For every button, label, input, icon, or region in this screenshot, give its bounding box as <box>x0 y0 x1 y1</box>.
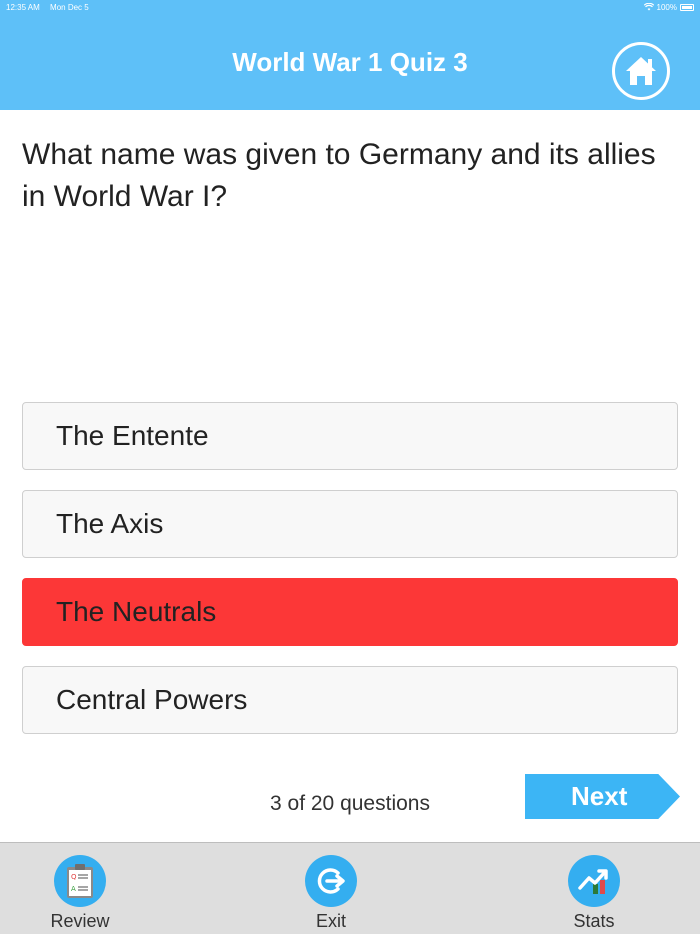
answer-option-3[interactable]: The Neutrals <box>22 578 678 646</box>
answer-option-1[interactable]: The Entente <box>22 402 678 470</box>
status-bar: 12:35 AM Mon Dec 5 100% <box>0 0 700 14</box>
answer-label: Central Powers <box>56 684 248 715</box>
answer-label: The Entente <box>56 420 209 451</box>
answer-label: The Axis <box>56 508 164 539</box>
answer-option-2[interactable]: The Axis <box>22 490 678 558</box>
svg-text:A: A <box>71 885 76 893</box>
wifi-icon <box>643 3 654 11</box>
tab-label: Review <box>50 911 110 931</box>
answer-label: The Neutrals <box>56 596 217 627</box>
svg-text:Q: Q <box>71 873 77 881</box>
battery-percent: 100% <box>656 2 677 12</box>
home-button[interactable] <box>612 42 670 100</box>
question-progress: 3 of 20 questions <box>270 792 430 815</box>
tab-bar: Q A Review Exit Stats <box>0 842 700 934</box>
status-time: 12:35 AM <box>6 2 40 12</box>
tab-review[interactable]: Q A Review <box>30 855 130 932</box>
home-icon <box>626 57 656 85</box>
status-left: 12:35 AM Mon Dec 5 <box>6 3 97 12</box>
answer-list: The Entente The Axis The Neutrals Centra… <box>22 402 678 754</box>
page-title: World War 1 Quiz 3 <box>232 46 468 77</box>
header: World War 1 Quiz 3 <box>0 14 700 110</box>
tab-exit[interactable]: Exit <box>281 855 381 932</box>
status-date: Mon Dec 5 <box>50 2 89 12</box>
answer-option-4[interactable]: Central Powers <box>22 666 678 734</box>
next-button-label: Next <box>571 781 628 811</box>
next-button[interactable]: Next <box>525 774 680 819</box>
exit-icon <box>305 855 357 907</box>
tab-label: Stats <box>573 911 615 931</box>
stats-chart-icon <box>568 855 620 907</box>
clipboard-qa-icon: Q A <box>54 855 106 907</box>
tab-label: Exit <box>315 911 346 931</box>
question-text: What name was given to Germany and its a… <box>22 138 656 213</box>
tab-stats[interactable]: Stats <box>544 855 644 932</box>
status-right: 100% <box>643 2 694 12</box>
battery-icon <box>680 3 694 11</box>
